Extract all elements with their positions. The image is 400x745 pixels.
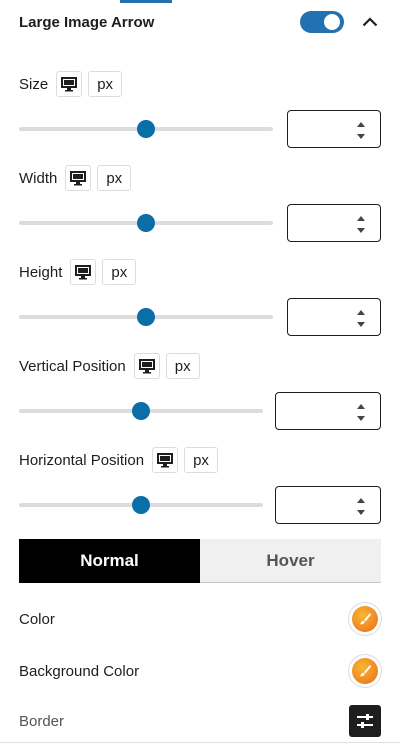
background-color-label: Background Color bbox=[19, 662, 140, 680]
control-label: Vertical Position bbox=[19, 357, 126, 375]
paintbrush-icon bbox=[352, 658, 378, 684]
color-label: Color bbox=[19, 610, 55, 628]
number-input[interactable] bbox=[287, 204, 381, 242]
control-label: Size bbox=[19, 75, 49, 93]
slider-thumb[interactable] bbox=[137, 308, 155, 326]
control-vertical-position: Vertical Position px bbox=[19, 352, 381, 430]
tab-hover[interactable]: Hover bbox=[200, 539, 381, 583]
border-label: Border bbox=[19, 712, 65, 730]
spin-down-icon[interactable] bbox=[356, 319, 366, 329]
control-width: Width px bbox=[19, 164, 381, 242]
panel-header[interactable]: Large Image Arrow bbox=[19, 8, 380, 36]
control-height: Height px bbox=[19, 258, 381, 336]
number-input[interactable] bbox=[287, 110, 381, 148]
state-tabs: Normal Hover bbox=[19, 539, 381, 583]
panel-title: Large Image Arrow bbox=[19, 13, 155, 31]
sliders-icon[interactable] bbox=[349, 705, 381, 737]
control-size: Size px bbox=[19, 70, 381, 148]
spin-up-icon[interactable] bbox=[356, 495, 366, 505]
desktop-icon[interactable] bbox=[70, 259, 97, 285]
tab-normal[interactable]: Normal bbox=[19, 539, 200, 583]
spin-up-icon[interactable] bbox=[356, 401, 366, 411]
slider-row bbox=[19, 298, 381, 336]
unit-button[interactable]: px bbox=[102, 259, 137, 285]
unit-button[interactable]: px bbox=[165, 353, 200, 379]
slider-row bbox=[19, 486, 381, 524]
control-label: Horizontal Position bbox=[19, 451, 145, 469]
spin-up-icon[interactable] bbox=[356, 307, 366, 317]
background-color-picker-button[interactable] bbox=[349, 655, 381, 687]
number-input[interactable] bbox=[275, 392, 381, 430]
control-horizontal-position: Horizontal Position px bbox=[19, 446, 381, 524]
top-accent-bar bbox=[120, 0, 172, 3]
number-input[interactable] bbox=[275, 486, 381, 524]
slider-thumb[interactable] bbox=[132, 496, 150, 514]
unit-button[interactable]: px bbox=[184, 447, 218, 473]
spin-down-icon[interactable] bbox=[356, 225, 366, 235]
unit-button[interactable]: px bbox=[88, 71, 123, 97]
spin-up-icon[interactable] bbox=[356, 213, 366, 223]
desktop-icon[interactable] bbox=[56, 71, 83, 97]
slider-thumb[interactable] bbox=[132, 402, 150, 420]
spin-up-icon[interactable] bbox=[356, 119, 366, 129]
control-label: Height bbox=[19, 263, 63, 281]
spin-down-icon[interactable] bbox=[356, 131, 366, 141]
desktop-icon[interactable] bbox=[133, 353, 160, 379]
spin-down-icon[interactable] bbox=[356, 507, 366, 517]
slider-row bbox=[19, 204, 381, 242]
control-label: Width bbox=[19, 169, 58, 187]
slider-row bbox=[19, 110, 381, 148]
number-input[interactable] bbox=[287, 298, 381, 336]
color-row: Color bbox=[19, 602, 381, 636]
toggle-knob bbox=[324, 14, 340, 30]
unit-button[interactable]: px bbox=[97, 165, 132, 191]
slider-row bbox=[19, 392, 381, 430]
desktop-icon[interactable] bbox=[65, 165, 92, 191]
desktop-icon[interactable] bbox=[152, 447, 179, 473]
slider-thumb[interactable] bbox=[137, 214, 155, 232]
border-row: Border bbox=[19, 704, 381, 738]
color-picker-button[interactable] bbox=[349, 603, 381, 635]
spin-down-icon[interactable] bbox=[356, 413, 366, 423]
slider-thumb[interactable] bbox=[137, 120, 155, 138]
bottom-divider bbox=[0, 742, 400, 743]
paintbrush-icon bbox=[352, 606, 378, 632]
enable-toggle[interactable] bbox=[300, 11, 344, 33]
chevron-up-icon[interactable] bbox=[360, 12, 380, 32]
background-color-row: Background Color bbox=[19, 654, 381, 688]
